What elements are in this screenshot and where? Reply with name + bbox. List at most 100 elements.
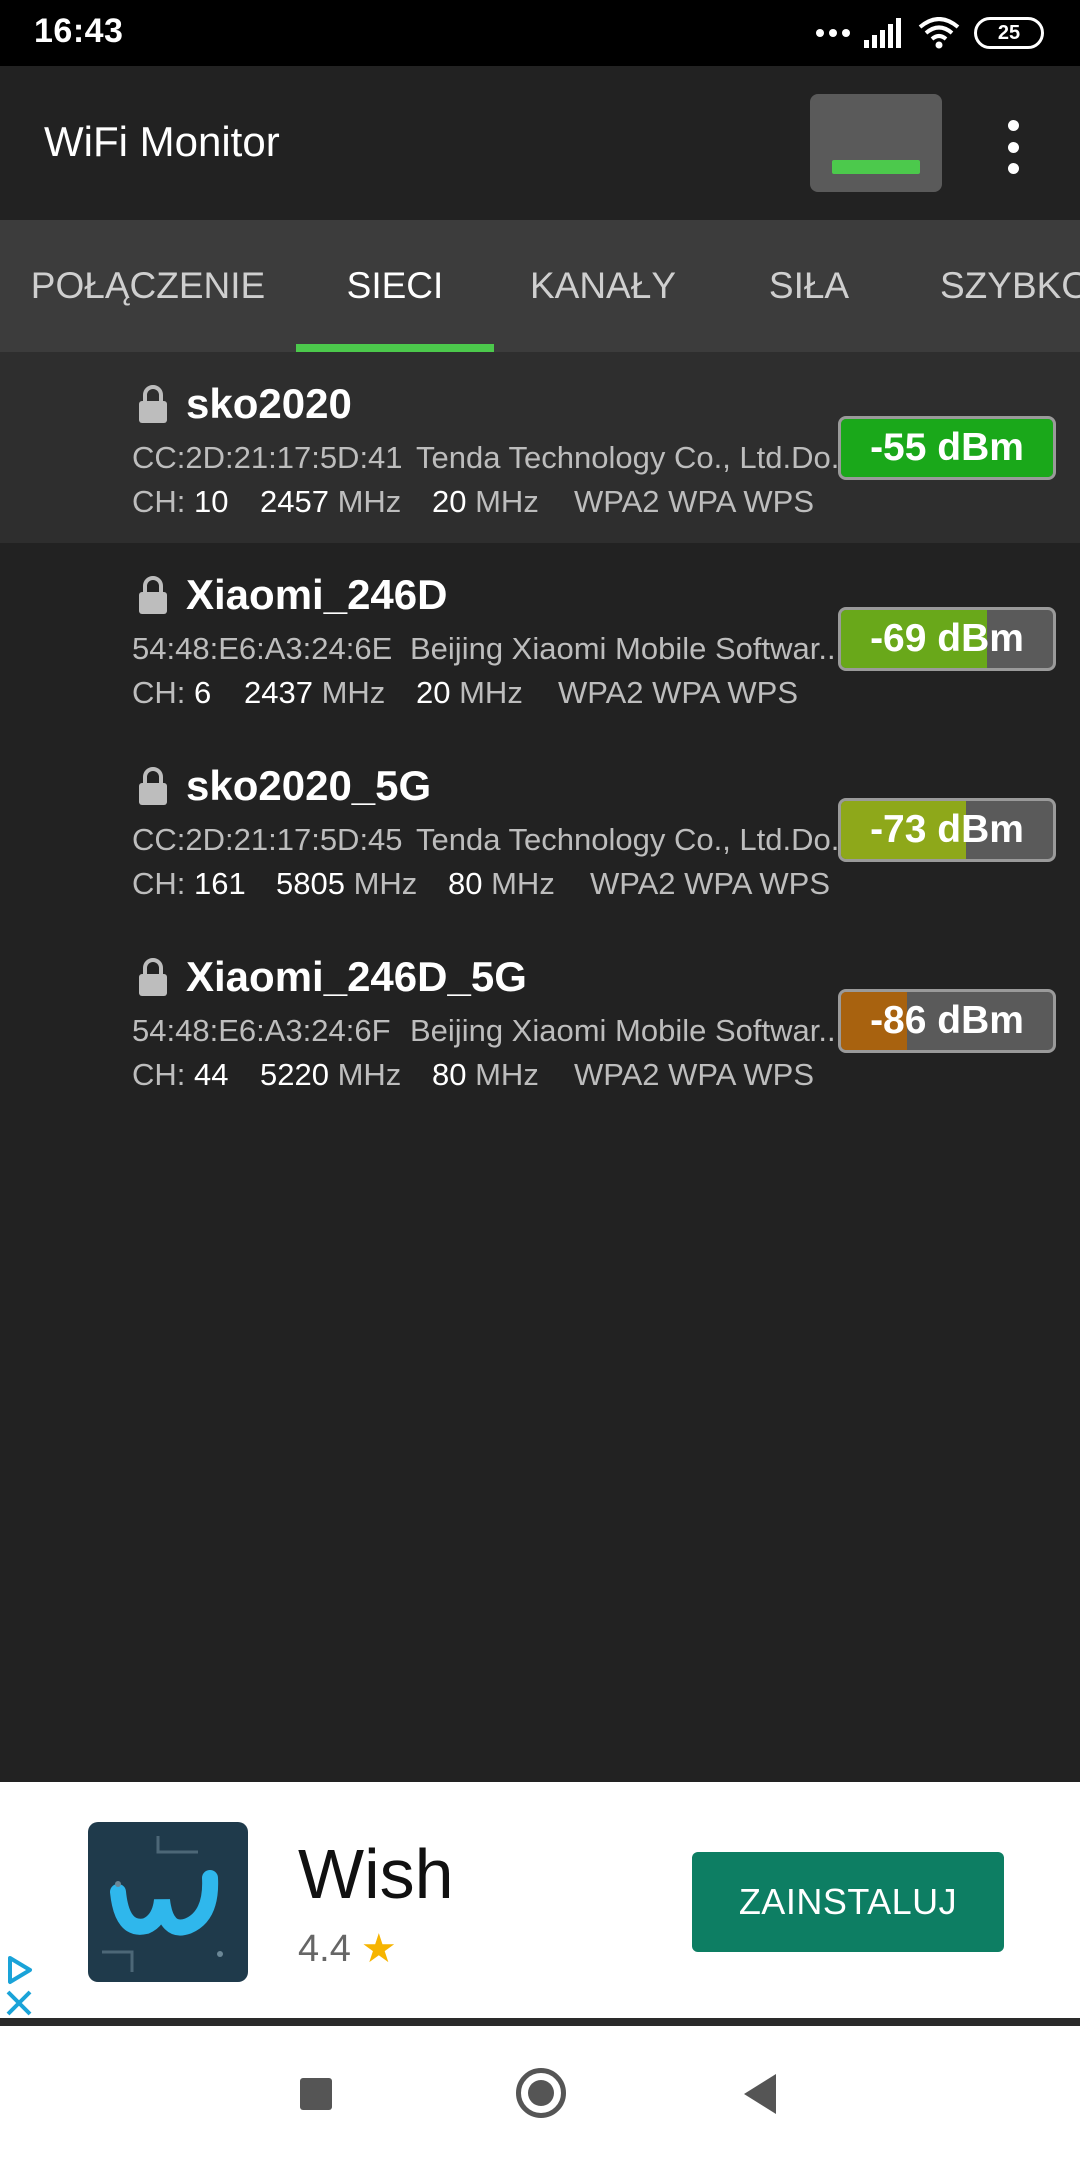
system-nav-bar — [0, 2026, 1080, 2160]
signal-strength-badge: -55 dBm — [838, 416, 1056, 480]
install-button[interactable]: ZAINSTALUJ — [692, 1852, 1004, 1952]
wish-logo-icon — [102, 1836, 223, 1972]
network-row[interactable]: sko2020_5G CC:2D:21:17:5D:45 Tenda Techn… — [0, 734, 1080, 925]
network-vendor: Tenda Technology Co., Ltd.Do... — [416, 822, 857, 857]
network-bssid: CC:2D:21:17:5D:41 — [132, 440, 403, 475]
security-types: WPA2 WPA WPS — [574, 484, 814, 519]
channel-label: CH: — [132, 866, 186, 901]
battery-icon: 25 — [974, 17, 1044, 49]
width-unit: MHz — [459, 675, 523, 710]
network-row[interactable]: Xiaomi_246D 54:48:E6:A3:24:6E Beijing Xi… — [0, 543, 1080, 734]
ad-banner[interactable]: Wish 4.4 ★ ZAINSTALUJ — [0, 1782, 1080, 2022]
network-channel-line: CH: 161 5805 MHz 80 MHz WPA2 WPA WPS — [132, 866, 830, 902]
network-row[interactable]: sko2020 CC:2D:21:17:5D:41 Tenda Technolo… — [0, 352, 1080, 543]
network-channel-line: CH: 6 2437 MHz 20 MHz WPA2 WPA WPS — [132, 675, 798, 711]
ad-choices[interactable] — [0, 1948, 44, 2022]
lock-icon — [139, 385, 167, 423]
tab-sieci[interactable]: SIECI — [296, 220, 494, 352]
signal-value: -69 dBm — [870, 617, 1024, 660]
signal-value: -73 dBm — [870, 808, 1024, 851]
status-icons: 25 — [816, 16, 1044, 50]
scan-indicator-bar — [832, 160, 920, 174]
frequency-unit: MHz — [337, 484, 402, 519]
frequency-value: 2457 — [260, 484, 329, 519]
channel-value: 161 — [194, 866, 246, 901]
ad-rating-value: 4.4 — [298, 1927, 351, 1970]
tab-label: SIECI — [346, 265, 444, 306]
tab-label: POŁĄCZENIE — [30, 265, 266, 306]
network-ssid: sko2020_5G — [186, 762, 432, 809]
signal-strength-badge: -73 dBm — [838, 798, 1056, 862]
tab-sila[interactable]: SIŁA — [712, 220, 906, 352]
active-tab-indicator — [296, 344, 494, 352]
signal-value: -55 dBm — [870, 426, 1024, 469]
channel-label: CH: — [132, 1057, 186, 1092]
frequency-value: 5805 — [276, 866, 345, 901]
signal-strength-badge: -86 dBm — [838, 989, 1056, 1053]
back-icon[interactable] — [744, 2074, 776, 2114]
frequency-unit: MHz — [353, 866, 418, 901]
wifi-icon — [918, 17, 960, 49]
scan-toggle-button[interactable] — [810, 94, 942, 192]
tab-label: KANAŁY — [529, 265, 676, 306]
recents-icon[interactable] — [300, 2078, 332, 2110]
channel-label: CH: — [132, 484, 186, 519]
ad-divider — [0, 2018, 1080, 2026]
ad-rating: 4.4 ★ — [298, 1926, 397, 1972]
width-value: 20 — [432, 484, 467, 519]
frequency-value: 5220 — [260, 1057, 329, 1092]
frequency-unit: MHz — [321, 675, 386, 710]
signal-strength-badge: -69 dBm — [838, 607, 1056, 671]
channel-value: 44 — [194, 1057, 229, 1092]
more-notifications-icon — [816, 29, 850, 37]
tab-szybkosc[interactable]: SZYBKO — [906, 220, 1080, 352]
lock-icon — [139, 958, 167, 996]
width-value: 20 — [416, 675, 451, 710]
width-unit: MHz — [475, 484, 539, 519]
status-time: 16:43 — [34, 12, 124, 50]
star-icon: ★ — [360, 1927, 397, 1971]
wish-app-icon[interactable] — [88, 1822, 248, 1982]
network-ssid: Xiaomi_246D_5G — [186, 953, 527, 1000]
ad-app-name: Wish — [298, 1835, 454, 1913]
frequency-unit: MHz — [337, 1057, 402, 1092]
width-value: 80 — [448, 866, 483, 901]
tab-kanaly[interactable]: KANAŁY — [494, 220, 712, 352]
channel-value: 10 — [194, 484, 229, 519]
security-types: WPA2 WPA WPS — [558, 675, 798, 710]
overflow-menu-icon[interactable] — [998, 120, 1028, 174]
network-details-line: 54:48:E6:A3:24:6F Beijing Xiaomi Mobile … — [132, 1013, 844, 1049]
ad-choices-icon — [6, 1956, 32, 2016]
channel-value: 6 — [194, 675, 212, 710]
tab-label: SZYBKO — [940, 265, 1080, 306]
frequency-value: 2437 — [244, 675, 313, 710]
security-types: WPA2 WPA WPS — [574, 1057, 814, 1092]
network-details-line: CC:2D:21:17:5D:45 Tenda Technology Co., … — [132, 822, 857, 858]
network-ssid: Xiaomi_246D — [186, 571, 448, 618]
network-bssid: 54:48:E6:A3:24:6F — [132, 1013, 391, 1048]
channel-label: CH: — [132, 675, 186, 710]
signal-value: -86 dBm — [870, 999, 1024, 1042]
lock-icon — [139, 576, 167, 614]
network-row[interactable]: Xiaomi_246D_5G 54:48:E6:A3:24:6F Beijing… — [0, 925, 1080, 1116]
network-vendor: Beijing Xiaomi Mobile Softwar... — [410, 1013, 845, 1048]
network-ssid: sko2020 — [186, 380, 352, 427]
network-channel-line: CH: 10 2457 MHz 20 MHz WPA2 WPA WPS — [132, 484, 814, 520]
cell-signal-icon — [864, 18, 901, 48]
home-icon[interactable] — [516, 2068, 566, 2118]
network-details-line: CC:2D:21:17:5D:41 Tenda Technology Co., … — [132, 440, 857, 476]
network-bssid: 54:48:E6:A3:24:6E — [132, 631, 393, 666]
status-bar: 16:43 25 — [0, 0, 1080, 66]
app-bar: WiFi Monitor — [0, 66, 1080, 220]
width-unit: MHz — [491, 866, 555, 901]
tab-polaczenie[interactable]: POŁĄCZENIE — [0, 220, 296, 352]
network-vendor: Tenda Technology Co., Ltd.Do... — [416, 440, 857, 475]
network-channel-line: CH: 44 5220 MHz 80 MHz WPA2 WPA WPS — [132, 1057, 814, 1093]
network-vendor: Beijing Xiaomi Mobile Softwar... — [410, 631, 845, 666]
lock-icon — [139, 767, 167, 805]
network-bssid: CC:2D:21:17:5D:45 — [132, 822, 403, 857]
network-list: sko2020 CC:2D:21:17:5D:41 Tenda Technolo… — [0, 352, 1080, 1116]
network-details-line: 54:48:E6:A3:24:6E Beijing Xiaomi Mobile … — [132, 631, 844, 667]
width-value: 80 — [432, 1057, 467, 1092]
width-unit: MHz — [475, 1057, 539, 1092]
